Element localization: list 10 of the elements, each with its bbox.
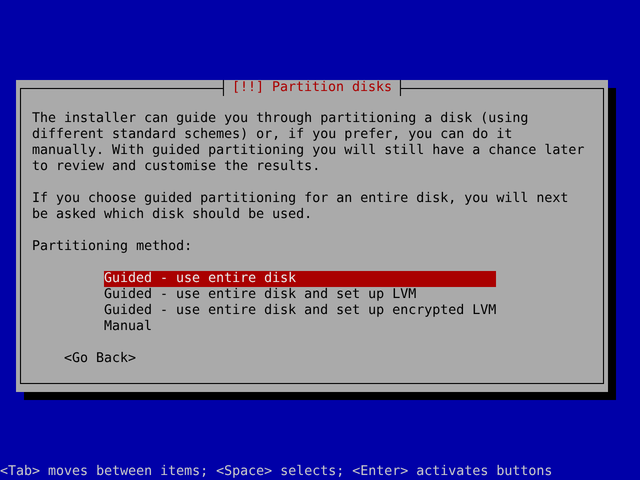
instruction-text: The installer can guide you through partitioning a disk (using different standard schemes) or, if you prefer, you can do it manually. With guided partitioning you will still have a chance later to review and customise the results. [32, 111, 586, 175]
status-bar-hint: <Tab> moves between items; <Space> selects; <Enter> activates buttons [0, 464, 554, 480]
method-option[interactable]: Guided - use entire disk and set up LVM [104, 287, 496, 303]
instruction-text: If you choose guided partitioning for an entire disk, you will next be asked which disk should be used. [32, 191, 570, 223]
prompt-label: Partitioning method: [32, 239, 194, 255]
dialog-title: [!!] Partition disks [222, 80, 402, 96]
go-back-button[interactable]: <Go Back> [64, 351, 136, 367]
method-option[interactable]: Manual [104, 319, 496, 335]
method-option[interactable]: Guided - use entire disk and set up encrypted LVM [104, 303, 496, 319]
method-option[interactable]: Guided - use entire disk [104, 271, 496, 287]
